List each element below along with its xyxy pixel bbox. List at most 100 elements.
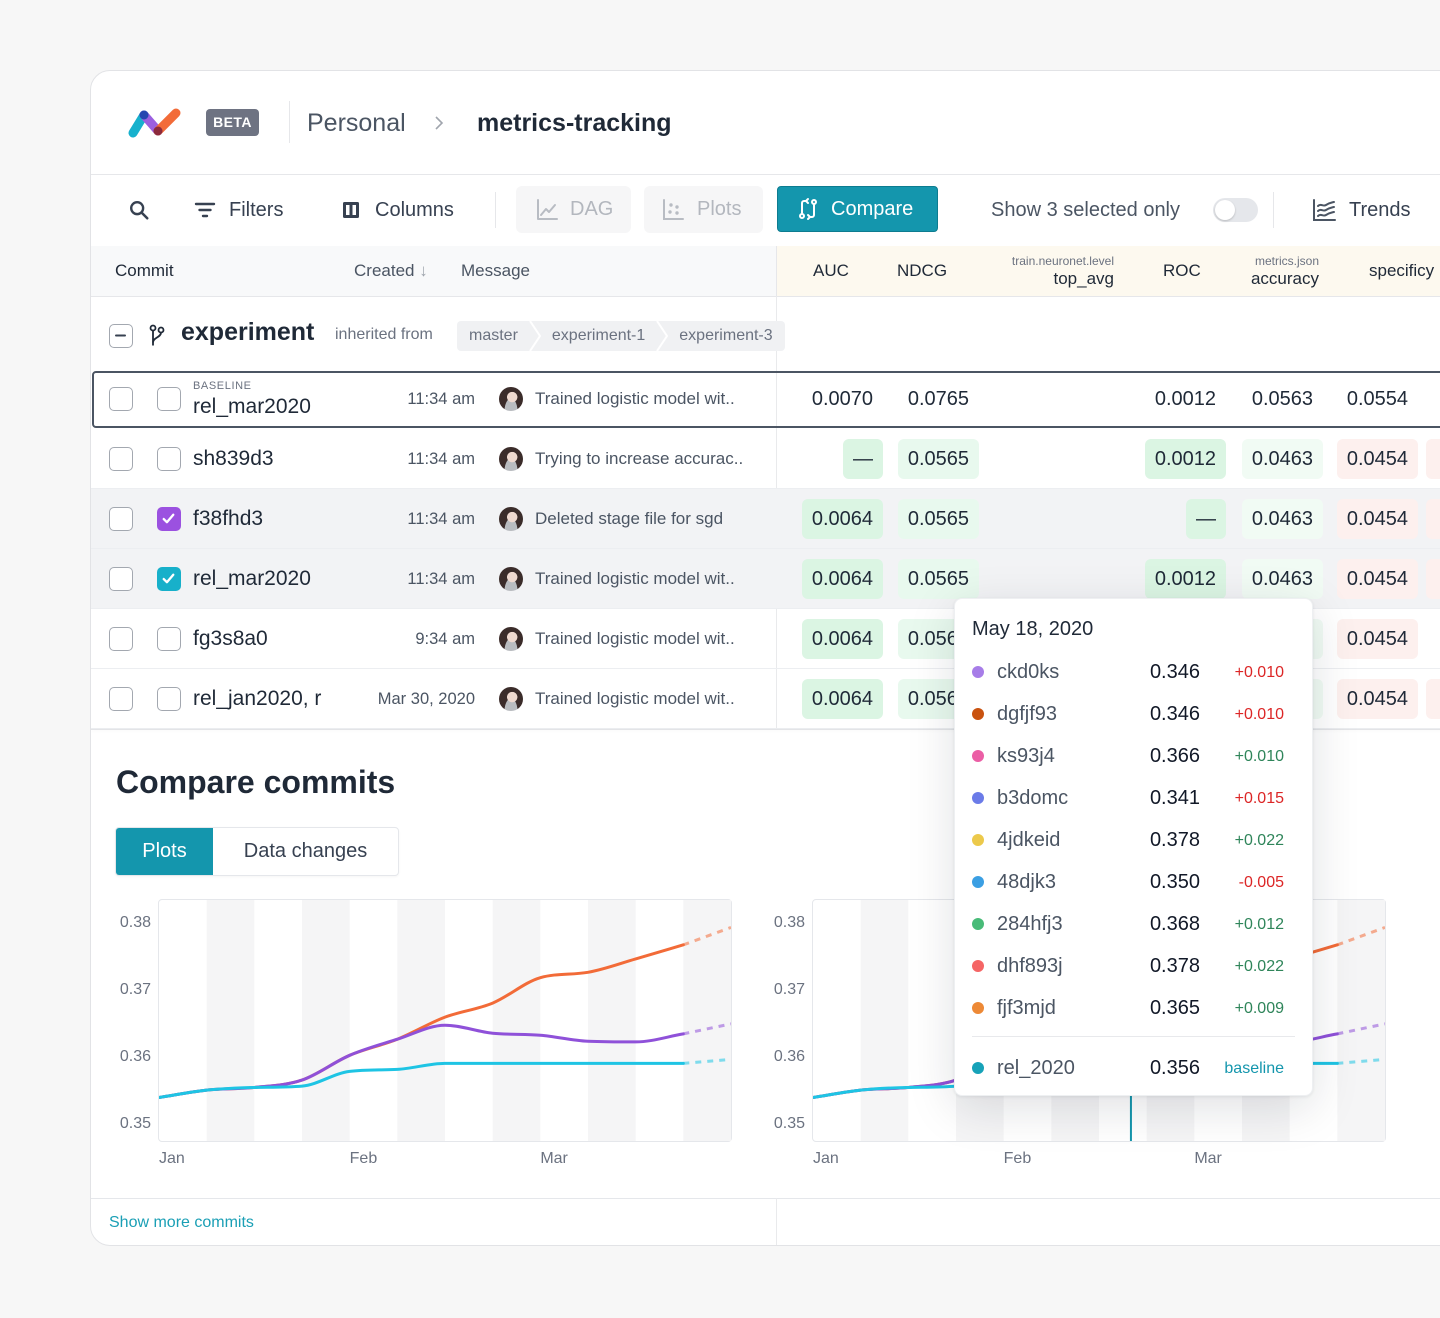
table-row-baseline[interactable]: BASELINE rel_mar2020 11:34 am Trained lo… [91,371,1440,428]
collapse-group-checkbox[interactable] [109,324,133,348]
commit-message: Deleted stage file for sgd [535,509,724,528]
columns-button[interactable]: Columns [342,186,454,234]
trends-button[interactable]: Trends [1311,186,1411,234]
dag-button[interactable]: DAG [516,186,631,233]
metric-cell-ndcg: 0.0765 [859,379,979,419]
tooltip-item: 48djk3 0.350 -0.005 [955,867,1312,897]
tab-plots[interactable]: Plots [116,828,213,875]
created-time: 11:34 am [407,450,475,468]
show-more-commits-link[interactable]: Show more commits [109,1213,254,1233]
metric-value [1426,499,1440,539]
row-select-checkbox[interactable] [109,387,133,411]
commit-name[interactable]: rel_jan2020, r [193,686,331,712]
metric-cell-next [1396,439,1440,479]
filters-button[interactable]: Filters [194,186,283,234]
show-selected-toggle[interactable] [1213,198,1258,222]
compare-checkbox[interactable] [157,507,181,531]
search-button[interactable] [128,186,150,234]
plots-button[interactable]: Plots [644,186,763,233]
metric-cell-top-avg [994,379,1114,419]
series-color-dot [972,834,984,846]
column-header-commit[interactable]: Commit [115,261,174,281]
column-header-ndcg[interactable]: NDCG [897,261,947,281]
tooltip-value: 0.366 [1149,745,1200,767]
tab-data-changes[interactable]: Data changes [213,828,398,875]
commit-name[interactable]: rel_mar2020 [193,566,333,592]
column-prefix-accuracy: metrics.json [1254,254,1319,268]
commit-message: Trained logistic model wit.. [535,629,735,648]
row-select-checkbox[interactable] [109,567,133,591]
compare-checkbox[interactable] [157,567,181,591]
column-header-top-avg[interactable]: top_avg [954,269,1115,289]
column-header-message[interactable]: Message [461,261,530,281]
column-header-auc[interactable]: AUC [813,261,849,281]
commit-name[interactable]: fg3s8a0 [193,626,333,652]
commit-name[interactable]: rel_mar2020 [193,394,333,420]
compare-checkbox[interactable] [157,687,181,711]
tooltip-baseline-item: rel_2020 0.356 baseline [955,1053,1312,1083]
y-tick-label: 0.38 [119,914,151,932]
commit-message: Trying to increase accurac.. [535,449,744,468]
tooltip-commit: ckd0ks [997,661,1060,683]
lineage-item[interactable]: master [457,321,529,351]
x-tick-label: Feb [1003,1150,1032,1167]
tooltip-date: May 18, 2020 [972,618,1094,640]
metric-cell-top-avg [994,439,1114,479]
avatar [499,447,523,471]
lineage-item[interactable]: experiment-3 [668,321,784,351]
chevron-right-icon [435,116,444,130]
created-label: Created [354,261,415,280]
compare-label: Compare [831,197,914,220]
column-header-created[interactable]: Created ↓ [354,261,428,281]
tooltip-delta: +0.012 [1234,916,1284,933]
table-header: Commit Created ↓ Message AUC NDCG train.… [91,246,1440,297]
row-select-checkbox[interactable] [109,507,133,531]
compare-checkbox[interactable] [157,447,181,471]
breadcrumb-project[interactable]: metrics-tracking [477,107,672,139]
row-select-checkbox[interactable] [109,447,133,471]
commit-name[interactable]: f38fhd3 [193,506,333,532]
x-tick-label: Jan [159,1150,185,1167]
x-tick-label: Mar [1194,1150,1222,1167]
y-tick-label: 0.38 [773,914,805,932]
tooltip-delta: +0.022 [1234,958,1284,975]
branch-name[interactable]: experiment [181,316,314,348]
git-branch-icon [149,324,165,346]
table-row[interactable]: f38fhd3 11:34 am Deleted stage file for … [91,489,1440,549]
filter-icon [194,202,216,218]
row-select-checkbox[interactable] [109,627,133,651]
tooltip-commit: dhf893j [997,955,1063,977]
logo-icon[interactable] [127,107,189,139]
tooltip-delta: +0.010 [1234,748,1284,765]
dag-label: DAG [570,198,614,220]
column-header-specificy[interactable]: specificy [1369,261,1434,281]
columns-label: Columns [375,198,454,221]
tooltip-commit: ks93j4 [997,745,1055,767]
compare-checkbox[interactable] [157,387,181,411]
tooltip-item: 4jdkeid 0.378 +0.022 [955,825,1312,855]
y-tick-label: 0.37 [773,981,805,999]
compare-icon [799,198,817,220]
metric-value [1426,619,1440,659]
compare-button[interactable]: Compare [777,186,938,232]
compare-checkbox[interactable] [157,627,181,651]
column-header-roc[interactable]: ROC [1163,261,1201,281]
commit-name[interactable]: sh839d3 [193,446,333,472]
tooltip-delta: +0.022 [1234,832,1284,849]
table-row[interactable]: sh839d3 11:34 am Trying to increase accu… [91,429,1440,489]
lineage-item[interactable]: experiment-1 [541,321,656,351]
trends-label: Trends [1349,198,1411,221]
metric-cell-next [1396,679,1440,719]
tooltip-commit: 284hfj3 [997,913,1063,935]
metric-trend-chart-left[interactable]: 0.38 0.37 0.36 0.35 Jan Feb Mar [120,899,732,1167]
breadcrumb-workspace[interactable]: Personal [307,107,406,139]
tooltip-item: b3domc 0.341 +0.015 [955,783,1312,813]
chart-plot-area [159,900,731,1141]
column-header-accuracy[interactable]: accuracy [1199,269,1319,289]
metric-cell-next [1396,499,1440,539]
row-select-checkbox[interactable] [109,687,133,711]
inherited-from-label: inherited from [335,326,433,343]
metric-value: 0.0565 [897,499,979,539]
tooltip-delta: +0.015 [1234,790,1284,807]
tooltip-delta: +0.010 [1234,706,1284,723]
